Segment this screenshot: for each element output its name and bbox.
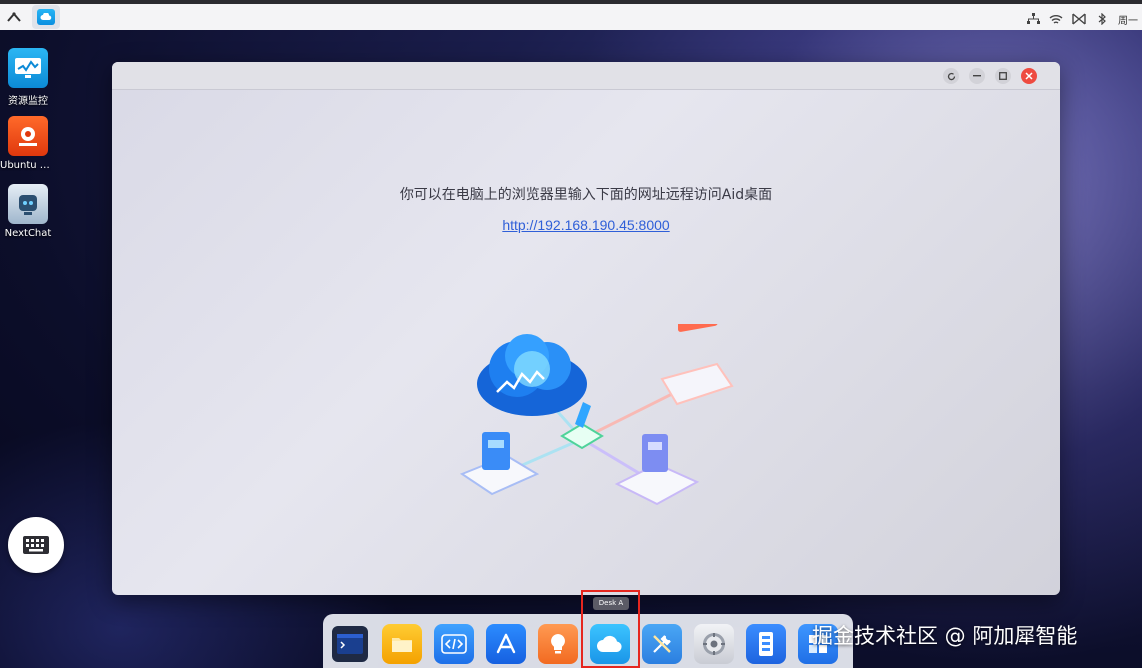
ubuntu-desktop-icon — [8, 116, 48, 156]
keyboard-button[interactable] — [8, 517, 64, 573]
active-app-button[interactable] — [32, 5, 60, 29]
top-panel: 周一 — [0, 0, 1142, 30]
terminal-icon — [337, 634, 363, 654]
monitor-chart-icon — [8, 48, 48, 88]
launcher-button[interactable] — [2, 6, 26, 28]
remote-access-url-link[interactable]: http://192.168.190.45:8000 — [112, 217, 1060, 233]
desktop-icon-label: NextChat — [4, 228, 52, 239]
dock-item-settings[interactable] — [694, 624, 734, 664]
system-tray: 周一 — [1026, 8, 1138, 30]
desktop-icon-nextchat[interactable]: NextChat — [0, 184, 56, 239]
remote-access-message: 你可以在电脑上的浏览器里输入下面的网址远程访问Aid桌面 — [399, 187, 773, 203]
dock-item-code-editor[interactable] — [434, 624, 474, 664]
keyboard-icon — [23, 536, 49, 554]
antenna-icon[interactable] — [1072, 12, 1086, 26]
desktop-icon-label: Ubuntu Des… — [0, 160, 56, 171]
watermark-text: 掘金技术社区 @ 阿加犀智能 — [812, 624, 1078, 648]
desktop-icon-resource-monitor[interactable]: 资源监控 — [0, 48, 56, 107]
close-icon[interactable] — [1021, 68, 1037, 84]
minimize-icon[interactable] — [969, 68, 985, 84]
gear-icon — [703, 633, 725, 655]
network-icon[interactable] — [1026, 12, 1040, 26]
dock-item-tools[interactable] — [642, 624, 682, 664]
cloud-icon — [37, 9, 55, 25]
dock-tooltip: Desk A — [593, 597, 629, 610]
maximize-icon[interactable] — [995, 68, 1011, 84]
app-store-icon — [496, 633, 516, 654]
tools-icon — [653, 635, 671, 653]
dock-item-device-manager[interactable] — [746, 624, 786, 664]
bluetooth-icon[interactable] — [1095, 12, 1109, 26]
dock-item-tips[interactable] — [538, 624, 578, 664]
desktop-icon-ubuntu-desktop[interactable]: Ubuntu Des… — [0, 116, 56, 171]
chevron-up-icon — [7, 12, 21, 22]
remote-access-window: 你可以在电脑上的浏览器里输入下面的网址远程访问Aid桌面 http://192.… — [112, 62, 1060, 595]
code-icon — [441, 634, 467, 654]
chat-bot-icon — [8, 184, 48, 224]
desktop-icon-label: 资源监控 — [8, 96, 48, 107]
clock[interactable]: 周一 — [1118, 12, 1138, 27]
dock-item-app-store[interactable] — [486, 624, 526, 664]
dock-item-files[interactable] — [382, 624, 422, 664]
cloud-device-network-illustration — [459, 324, 734, 506]
window-titlebar[interactable] — [112, 62, 1060, 90]
dock-item-terminal[interactable] — [330, 624, 370, 664]
lightbulb-icon — [551, 634, 565, 654]
folder-icon — [392, 638, 412, 652]
wifi-icon[interactable] — [1049, 12, 1063, 26]
refresh-icon[interactable] — [943, 68, 959, 84]
device-icon — [759, 632, 773, 656]
